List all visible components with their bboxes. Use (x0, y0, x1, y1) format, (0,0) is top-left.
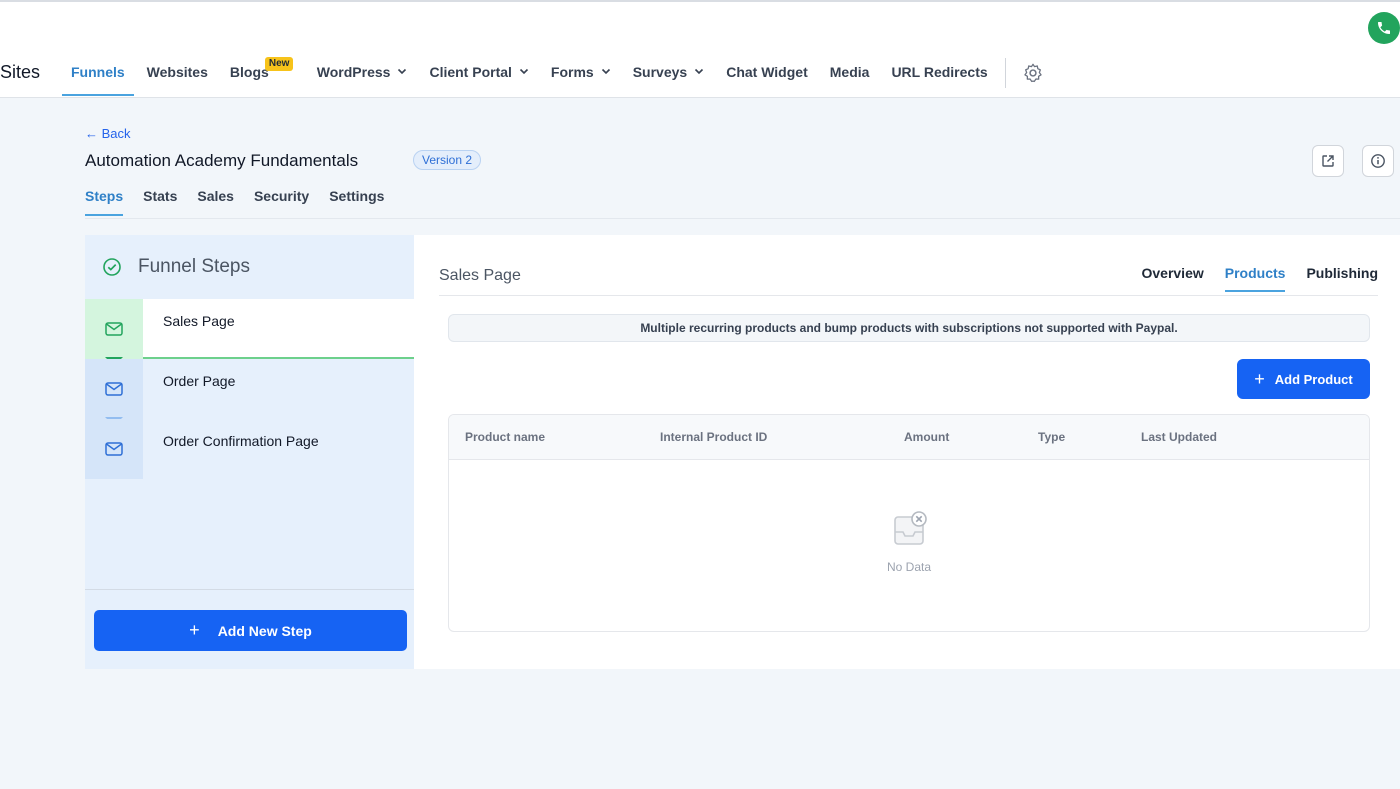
nav-client-portal[interactable]: Client Portal (420, 52, 537, 96)
chevron-down-icon (398, 68, 407, 75)
step-icon-order-confirmation-page[interactable] (85, 419, 143, 479)
step-tabs: Overview Products Publishing (1120, 265, 1378, 292)
header-divider (85, 218, 1400, 219)
tab-sales[interactable]: Sales (197, 188, 234, 216)
mail-icon (105, 322, 123, 336)
nav-media-label: Media (829, 64, 870, 80)
funnel-steps-title: Funnel Steps (138, 256, 250, 277)
info-icon (1371, 154, 1385, 168)
page-title: Automation Academy Fundamentals (85, 151, 359, 170)
nav-websites[interactable]: Websites (138, 52, 217, 96)
tab-publishing[interactable]: Publishing (1306, 265, 1378, 292)
gear-icon[interactable] (1022, 62, 1044, 84)
step-order-page[interactable]: Order Page (143, 359, 414, 419)
tab-stats[interactable]: Stats (143, 188, 177, 216)
column-internal-product-id[interactable]: Internal Product ID (660, 430, 767, 444)
step-icon-sales-page[interactable] (85, 299, 143, 359)
nav-wordpress-label: WordPress (316, 64, 391, 80)
nav-funnels-label: Funnels (71, 64, 125, 80)
info-button[interactable] (1362, 145, 1394, 177)
plus-icon: + (1254, 368, 1265, 389)
nav-url-redirects-label: URL Redirects (891, 64, 988, 80)
step-order-confirmation-page[interactable]: Order Confirmation Page (143, 419, 414, 479)
nav-blogs[interactable]: Blogs New (221, 52, 294, 96)
mail-icon (105, 442, 123, 456)
add-new-step-button[interactable]: + Add New Step (94, 610, 407, 651)
nav-forms-label: Forms (550, 64, 594, 80)
phone-call-button[interactable] (1368, 12, 1400, 44)
step-tabs-divider (439, 295, 1378, 296)
tab-settings[interactable]: Settings (329, 188, 384, 216)
chevron-down-icon (519, 68, 528, 75)
step-detail-panel: Sales Page Overview Products Publishing … (414, 235, 1400, 669)
selected-step-name: Sales Page (439, 267, 521, 284)
check-circle-icon (103, 258, 121, 276)
funnel-tabs: Steps Stats Sales Security Settings (85, 188, 404, 216)
column-type[interactable]: Type (1038, 430, 1065, 444)
products-table: Product name Internal Product ID Amount … (448, 414, 1370, 632)
column-product-name[interactable]: Product name (465, 430, 545, 444)
back-link[interactable]: ← Back (85, 126, 131, 141)
nav-client-portal-label: Client Portal (429, 64, 512, 80)
tab-security[interactable]: Security (254, 188, 309, 216)
funnel-steps-header: Funnel Steps (85, 235, 414, 299)
nav-url-redirects[interactable]: URL Redirects (882, 52, 996, 96)
mail-icon (105, 382, 123, 396)
nav-websites-label: Websites (146, 64, 208, 80)
steps-divider (85, 589, 414, 590)
nav-surveys[interactable]: Surveys (624, 52, 713, 96)
external-link-icon (1322, 155, 1334, 167)
nav-surveys-label: Surveys (632, 64, 688, 80)
chevron-down-icon (695, 68, 704, 75)
column-amount[interactable]: Amount (904, 430, 949, 444)
nav-blogs-label: Blogs (229, 64, 269, 80)
empty-inbox-icon (894, 511, 927, 545)
nav-chat-widget-label: Chat Widget (726, 64, 808, 80)
add-product-label: Add Product (1274, 371, 1353, 387)
column-last-updated[interactable]: Last Updated (1141, 430, 1217, 444)
chevron-down-icon (601, 68, 610, 75)
table-header: Product name Internal Product ID Amount … (449, 415, 1369, 460)
nav-media[interactable]: Media (821, 52, 879, 96)
main-nav: Funnels Websites Blogs New WordPress Cli… (62, 52, 1044, 98)
open-external-button[interactable] (1312, 145, 1344, 177)
no-data-text: No Data (886, 560, 932, 574)
nav-chat-widget[interactable]: Chat Widget (717, 52, 817, 96)
add-new-step-label: Add New Step (217, 622, 312, 639)
phone-icon (1378, 22, 1390, 34)
app-brand: Sites (0, 62, 41, 82)
nav-divider (1004, 58, 1006, 88)
top-navigation-bar: Sites Funnels Websites Blogs New WordPre… (0, 0, 1400, 98)
funnel-steps-panel: Funnel Steps Sales Page Order Page Order… (85, 235, 414, 669)
nav-wordpress[interactable]: WordPress (308, 52, 417, 96)
tab-overview[interactable]: Overview (1141, 265, 1203, 292)
plus-icon: + (189, 620, 200, 640)
nav-funnels[interactable]: Funnels (62, 52, 134, 96)
tab-steps[interactable]: Steps (85, 188, 124, 216)
step-sales-page[interactable]: Sales Page (143, 299, 414, 359)
empty-state: No Data (449, 510, 1369, 574)
tab-products[interactable]: Products (1224, 265, 1286, 292)
step-icon-order-page[interactable] (85, 359, 143, 419)
add-product-button[interactable]: + Add Product (1237, 359, 1370, 399)
paypal-notice: Multiple recurring products and bump pro… (448, 314, 1370, 342)
nav-forms[interactable]: Forms (542, 52, 620, 96)
new-badge: New (264, 57, 294, 71)
version-badge: Version 2 (413, 150, 482, 170)
